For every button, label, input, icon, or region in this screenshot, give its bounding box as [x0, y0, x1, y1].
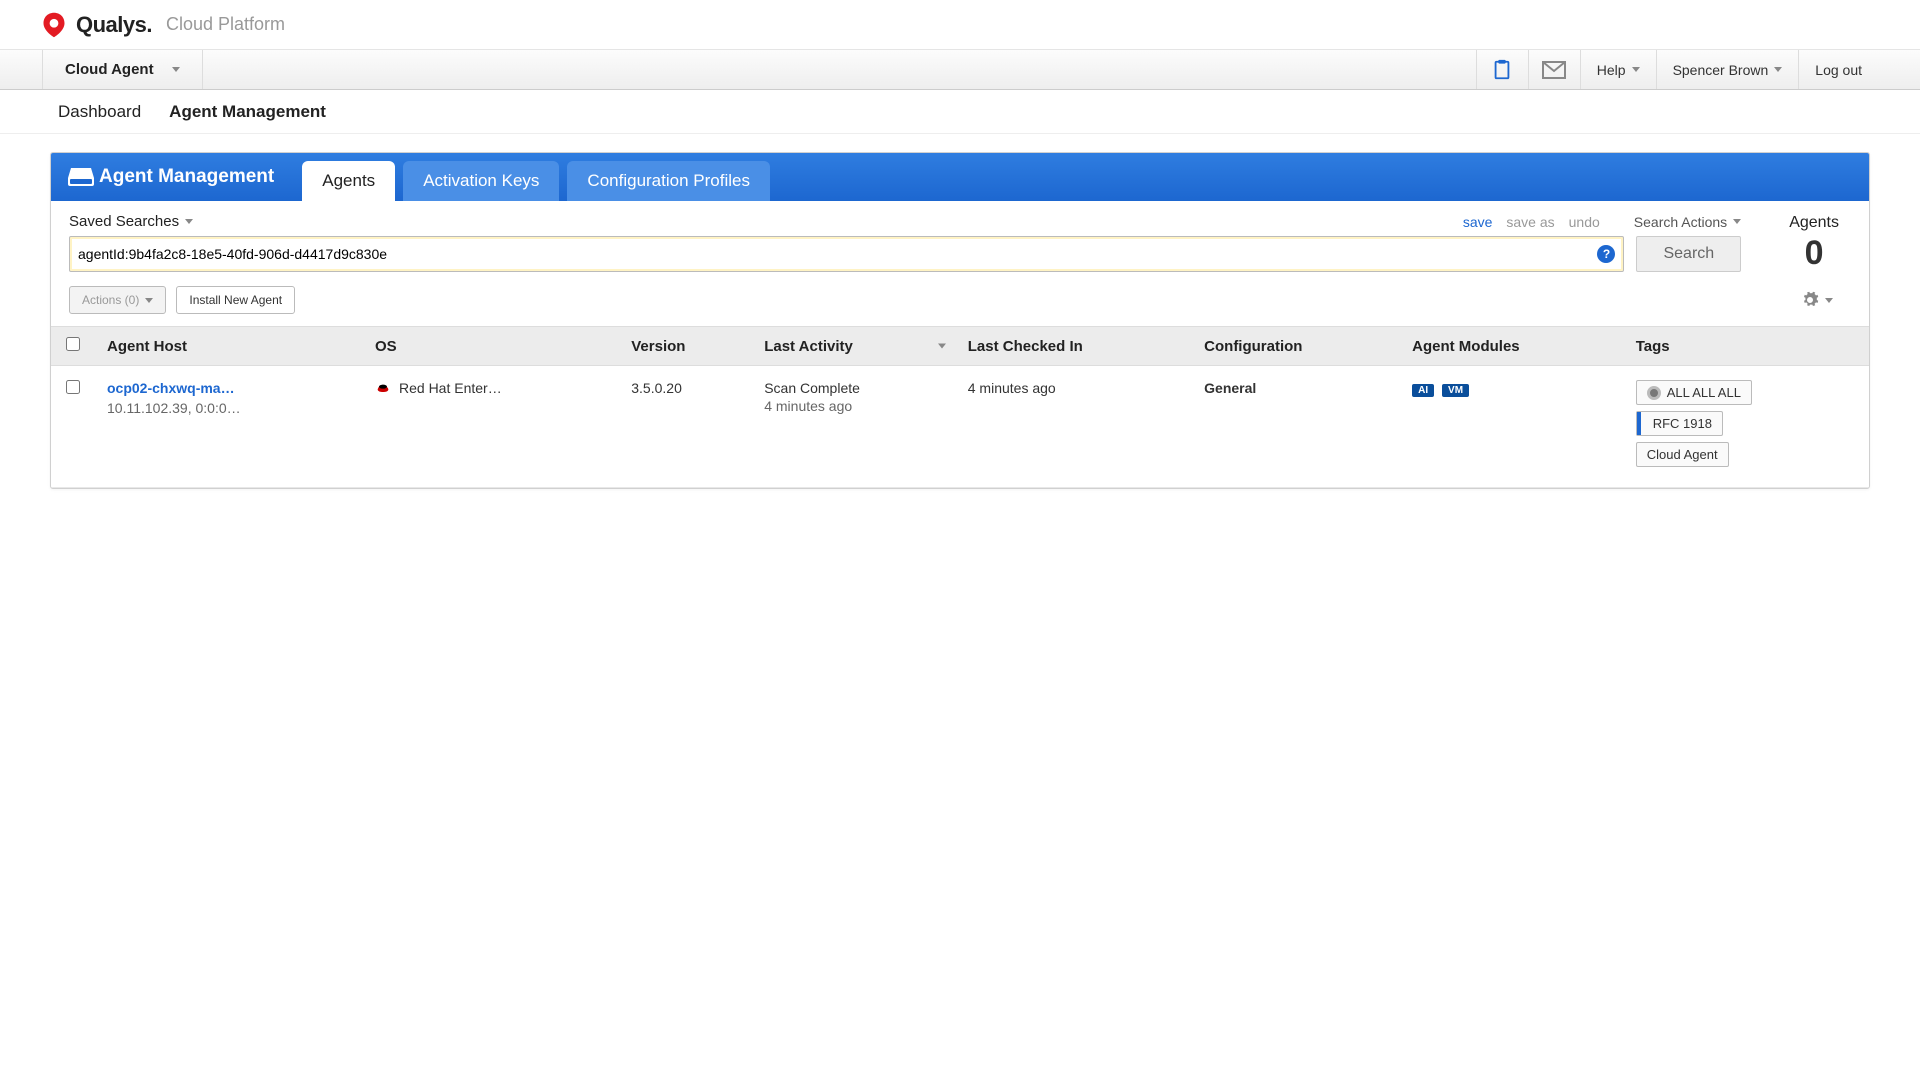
- saved-searches-label: Saved Searches: [69, 213, 179, 230]
- product-switcher-label: Cloud Agent: [65, 61, 154, 78]
- install-new-agent-button[interactable]: Install New Agent: [176, 286, 295, 314]
- help-label: Help: [1597, 62, 1626, 78]
- nav-dashboard[interactable]: Dashboard: [58, 102, 141, 122]
- bulk-actions-label: Actions (0): [82, 293, 139, 307]
- search-input-wrap: ?: [69, 236, 1624, 272]
- qualys-logo-icon: [40, 11, 68, 39]
- table-settings-button[interactable]: [1801, 291, 1851, 309]
- last-activity-value: Scan Complete: [764, 380, 944, 396]
- search-actions-label: Search Actions: [1634, 214, 1727, 230]
- last-checked-in-value: 4 minutes ago: [956, 366, 1192, 488]
- tag-dot-icon: [1647, 386, 1661, 400]
- drive-icon: [63, 153, 99, 201]
- tag-bar-icon: [1637, 412, 1641, 435]
- brand-logo: Qualys. Cloud Platform: [40, 11, 285, 39]
- search-help-icon[interactable]: ?: [1597, 245, 1615, 263]
- logout-label: Log out: [1815, 62, 1862, 78]
- col-agent-host[interactable]: Agent Host: [95, 327, 363, 366]
- agents-count-label: Agents: [1789, 214, 1839, 232]
- tag-pill[interactable]: ALL ALL ALL: [1636, 380, 1752, 405]
- tab-configuration-profiles[interactable]: Configuration Profiles: [567, 161, 770, 201]
- chevron-down-icon: [145, 298, 153, 303]
- chevron-down-icon: [1774, 67, 1782, 72]
- col-version[interactable]: Version: [619, 327, 752, 366]
- col-configuration[interactable]: Configuration: [1192, 327, 1400, 366]
- mail-icon: [1542, 61, 1566, 79]
- logout-button[interactable]: Log out: [1798, 50, 1878, 89]
- secondary-nav: Dashboard Agent Management: [0, 90, 1920, 134]
- brand-name: Qualys.: [76, 12, 152, 38]
- main-panel: Agent Management Agents Activation Keys …: [50, 152, 1870, 489]
- brand-bar: Qualys. Cloud Platform: [0, 0, 1920, 50]
- tag-pill[interactable]: RFC 1918: [1636, 411, 1723, 436]
- row-checkbox[interactable]: [66, 380, 80, 394]
- table-row[interactable]: ocp02-chxwq-ma… 10.11.102.39, 0:0:0… Red…: [51, 366, 1869, 488]
- modules-cell: AI VM: [1400, 366, 1624, 488]
- os-value: Red Hat Enter…: [399, 380, 502, 396]
- product-switcher[interactable]: Cloud Agent: [42, 50, 203, 89]
- bulk-actions-dropdown[interactable]: Actions (0): [69, 286, 166, 314]
- mail-icon-button[interactable]: [1528, 50, 1580, 89]
- search-button[interactable]: Search: [1636, 236, 1741, 272]
- agent-host-ips: 10.11.102.39, 0:0:0…: [107, 400, 351, 416]
- col-last-activity[interactable]: Last Activity: [752, 327, 956, 366]
- tab-agents[interactable]: Agents: [302, 161, 395, 201]
- brand-subtitle: Cloud Platform: [166, 14, 285, 35]
- chevron-down-icon: [1733, 219, 1741, 224]
- tab-activation-keys[interactable]: Activation Keys: [403, 161, 559, 201]
- panel-title: Agent Management: [99, 153, 294, 201]
- module-badge: VM: [1442, 384, 1469, 397]
- configuration-value: General: [1204, 380, 1256, 396]
- nav-agent-management[interactable]: Agent Management: [169, 102, 326, 122]
- select-all-checkbox[interactable]: [66, 337, 80, 351]
- chevron-down-icon: [1632, 67, 1640, 72]
- clipboard-icon: [1491, 59, 1513, 81]
- version-value: 3.5.0.20: [619, 366, 752, 488]
- panel-header: Agent Management Agents Activation Keys …: [51, 153, 1869, 201]
- chevron-down-icon: [172, 67, 180, 72]
- col-tags[interactable]: Tags: [1624, 327, 1869, 366]
- agent-host-link[interactable]: ocp02-chxwq-ma…: [107, 380, 351, 396]
- agents-table: Agent Host OS Version Last Activity Last…: [51, 326, 1869, 488]
- gear-icon: [1801, 291, 1819, 309]
- search-input[interactable]: [78, 246, 1597, 262]
- help-menu[interactable]: Help: [1580, 50, 1656, 89]
- col-agent-modules[interactable]: Agent Modules: [1400, 327, 1624, 366]
- redhat-icon: [375, 380, 391, 396]
- panel-tabs: Agents Activation Keys Configuration Pro…: [302, 153, 770, 201]
- search-actions-dropdown[interactable]: Search Actions: [1634, 214, 1741, 230]
- tags-cell: ALL ALL ALL RFC 1918 Cloud Agent: [1624, 366, 1869, 488]
- saved-searches-dropdown[interactable]: Saved Searches: [69, 213, 193, 230]
- tag-pill[interactable]: Cloud Agent: [1636, 442, 1729, 467]
- user-name: Spencer Brown: [1673, 62, 1769, 78]
- undo-search-link: undo: [1569, 214, 1600, 230]
- agents-count: Agents 0: [1789, 201, 1869, 286]
- product-bar: Cloud Agent Help Spencer Brown Log out: [0, 50, 1920, 90]
- chevron-down-icon: [185, 219, 193, 224]
- user-menu[interactable]: Spencer Brown: [1656, 50, 1799, 89]
- col-os[interactable]: OS: [363, 327, 619, 366]
- agents-count-value: 0: [1789, 234, 1839, 273]
- col-last-checked-in[interactable]: Last Checked In: [956, 327, 1192, 366]
- save-search-link[interactable]: save: [1463, 214, 1493, 230]
- dashboard-icon-button[interactable]: [1476, 50, 1528, 89]
- module-badge: AI: [1412, 384, 1434, 397]
- chevron-down-icon: [1825, 298, 1833, 303]
- save-as-search-link: save as: [1506, 214, 1554, 230]
- sort-desc-icon: [938, 344, 946, 349]
- last-activity-time: 4 minutes ago: [764, 398, 944, 414]
